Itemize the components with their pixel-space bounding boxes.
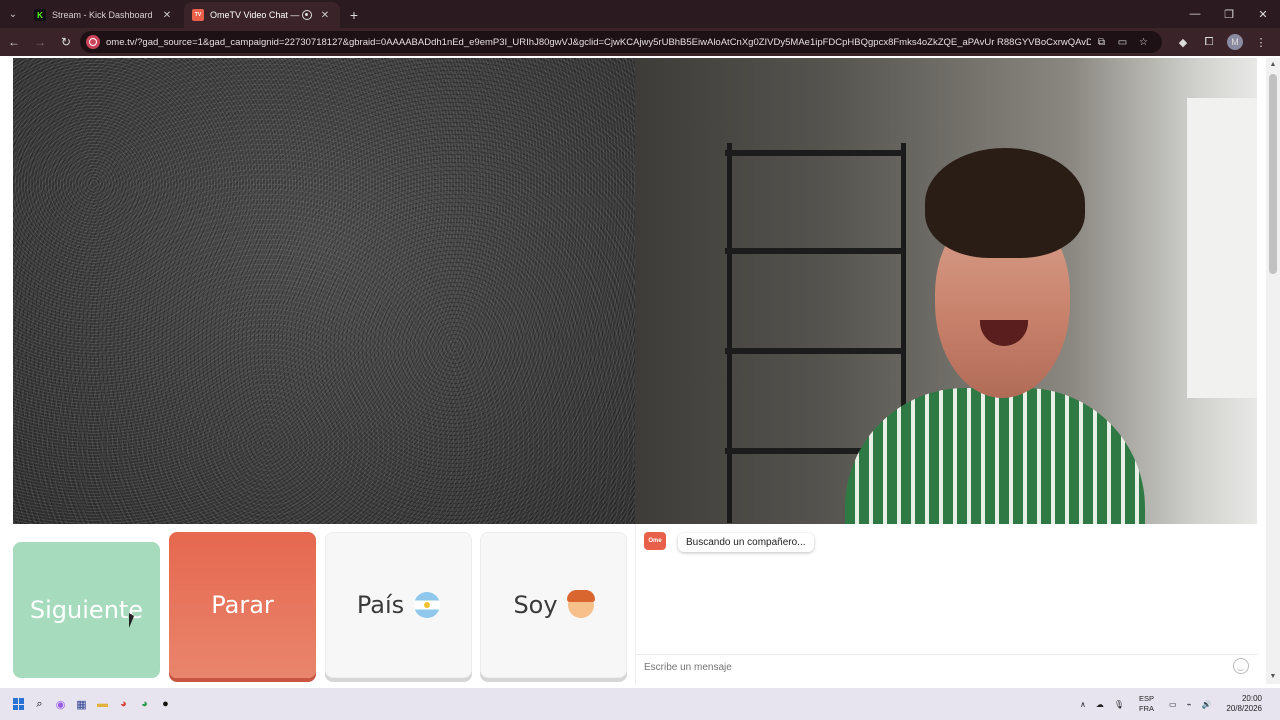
partner-video [635,58,1257,524]
next-label: Siguiente [29,596,144,624]
close-window-icon[interactable]: ✕ [1246,0,1280,28]
boy-face-icon [566,590,595,618]
reload-button[interactable]: ↻ [54,30,78,54]
page-scrollbar[interactable]: ▲ ▼ [1266,58,1280,684]
tab-kick-dashboard[interactable]: K Stream - Kick Dashboard ✕ [26,2,182,28]
tab-title: OmeTV Video Chat — Ome [210,10,302,20]
shelf [725,150,905,156]
forward-button[interactable]: → [28,30,52,54]
omnibox-actions: ⧉ ▭ ☆ [1091,37,1154,48]
chrome-icon[interactable]: ◕ [113,694,134,714]
scroll-thumb[interactable] [1269,74,1277,274]
window-controls: — ❐ ✕ [1178,0,1280,28]
mouse-cursor-icon [129,613,134,628]
clock[interactable]: 20:00 20/8/2026 [1221,694,1267,714]
country-label: País [356,591,405,619]
new-tab-button[interactable]: + [342,2,366,28]
back-button[interactable]: ← [2,30,26,54]
tab-search-chevron-icon[interactable]: ⌄ [0,0,26,28]
chat-status-message: Buscando un compañero... [678,533,814,552]
taskbar-apps: ⌕ ◉ ▦ ▬ ◕ ◕ ● [8,694,176,714]
copilot-icon[interactable]: ◉ [50,694,71,714]
browser-tabstrip: ⌄ K Stream - Kick Dashboard ✕ TV OmeTV V… [0,0,1280,28]
chat-message-input[interactable] [636,654,1258,680]
shelf-post [727,143,732,523]
shelf [725,348,905,354]
network-icon[interactable]: ⌁ [1187,700,1192,709]
tab-ometv[interactable]: TV OmeTV Video Chat — Ome ✕ [184,2,340,28]
translate-icon[interactable]: ⧉ [1091,37,1112,48]
calendar-app-icon[interactable]: ▦ [71,694,92,714]
scroll-down-icon[interactable]: ▼ [1266,670,1280,684]
stop-label: Parar [211,591,274,619]
menu-kebab-icon[interactable]: ⋮ [1248,36,1274,49]
site-info-icon[interactable] [86,35,100,49]
lang-line2: FRA [1139,704,1155,713]
bookmark-star-icon[interactable]: ☆ [1133,37,1154,48]
ometv-page: ▲ ▼ Siguiente Parar País Soy Ome TV Busc… [0,56,1280,688]
tab-title: Stream - Kick Dashboard [52,10,153,20]
lang-line1: ESP [1139,694,1155,703]
close-tab-icon[interactable]: ✕ [160,10,174,21]
microphone-icon[interactable]: 🎙 [1114,700,1124,709]
stop-button[interactable]: Parar [169,532,316,678]
file-explorer-icon[interactable]: ▬ [92,694,113,714]
ometv-favicon-icon: TV [192,9,204,21]
toolbar-right: ◆ ⧠ M ⋮ [1170,31,1274,53]
address-bar[interactable]: ome.tv/?gad_source=1&gad_campaignid=2273… [80,31,1162,53]
recording-indicator-icon [302,10,312,20]
next-button[interactable]: Siguiente [13,542,160,678]
gender-label: Soy [513,591,558,619]
self-video-static [13,58,635,524]
shelf [725,248,905,254]
browser-toolbar: ← → ↻ ome.tv/?gad_source=1&gad_campaigni… [0,28,1280,56]
windows-logo-icon [12,698,25,710]
scroll-up-icon[interactable]: ▲ [1266,58,1280,72]
person-hair [925,148,1085,258]
onedrive-icon[interactable]: ☁ [1096,700,1104,709]
display-icon[interactable]: ▭ [1169,700,1177,709]
emoji-picker-icon[interactable] [1233,658,1249,674]
window-light [1187,98,1257,398]
cast-icon[interactable]: ▭ [1112,37,1133,48]
clock-time: 20:00 [1241,694,1262,703]
tray-overflow-icon[interactable]: ∧ [1080,700,1086,709]
minimize-icon[interactable]: — [1178,0,1212,28]
person-shirt [845,388,1145,524]
windows-taskbar: ⌕ ◉ ▦ ▬ ◕ ◕ ● ∧ ☁ 🎙 ESP FRA ▭ ⌁ 🔊 20:00 … [0,688,1280,720]
country-button[interactable]: País [325,532,472,678]
clock-date: 20/8/2026 [1226,704,1262,713]
extension-icon[interactable]: ◆ [1170,36,1196,49]
chrome-active-icon[interactable]: ◕ [134,694,155,714]
obs-icon[interactable]: ● [155,694,176,714]
close-tab-icon[interactable]: ✕ [318,10,332,21]
restore-icon[interactable]: ❐ [1212,0,1246,28]
gender-button[interactable]: Soy [480,532,627,678]
extensions-puzzle-icon[interactable]: ⧠ [1196,36,1222,49]
ometv-logo-icon: Ome TV [644,532,666,562]
volume-icon[interactable]: 🔊 [1201,700,1211,709]
argentina-flag-icon [414,592,441,618]
profile-avatar[interactable]: M [1227,34,1243,50]
system-tray: ∧ ☁ 🎙 ESP FRA ▭ ⌁ 🔊 20:00 20/8/2026 [1075,688,1272,720]
input-language-indicator[interactable]: ESP FRA [1134,694,1159,714]
url-text[interactable]: ome.tv/?gad_source=1&gad_campaignid=2273… [106,37,1091,48]
start-button[interactable] [8,694,29,714]
kick-favicon-icon: K [34,9,46,21]
search-icon[interactable]: ⌕ [29,694,50,714]
chat-panel: Ome TV Buscando un compañero... [635,524,1258,684]
